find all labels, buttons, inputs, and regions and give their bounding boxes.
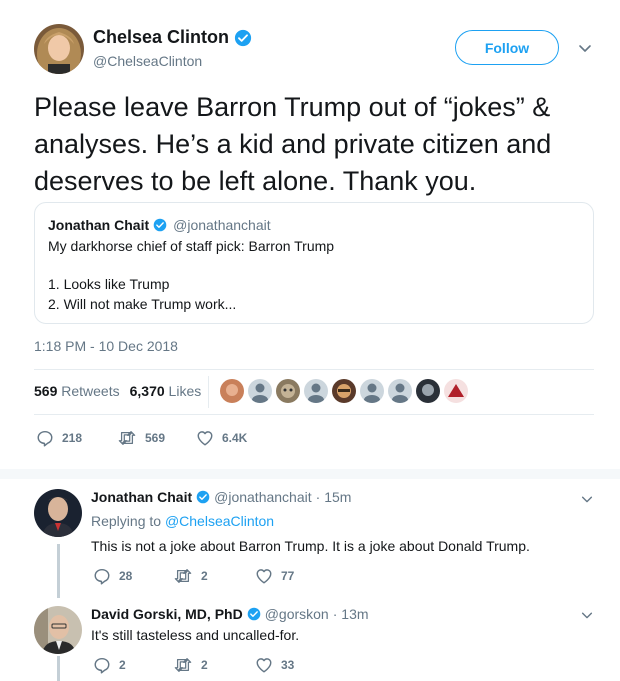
reply-count: 218	[62, 431, 83, 445]
reply-icon	[93, 656, 111, 674]
like-count: 77	[281, 569, 295, 583]
author-name[interactable]: Chelsea Clinton	[93, 27, 252, 48]
reply-icon	[93, 567, 111, 585]
author-avatar[interactable]	[34, 24, 84, 74]
tweet-timestamp[interactable]: 1:18 PM - 10 Dec 2018	[34, 338, 178, 354]
reply-author-name[interactable]: David Gorski, MD, PhD	[91, 606, 243, 622]
divider	[34, 414, 594, 415]
replying-prefix: Replying to	[91, 513, 162, 529]
liker-avatar[interactable]	[444, 379, 468, 403]
divider	[208, 376, 209, 408]
reply-icon	[36, 429, 54, 447]
retweets-stat[interactable]: 569 Retweets	[34, 383, 120, 399]
quoted-author-handle: @jonathanchait	[173, 217, 271, 233]
divider	[34, 369, 594, 370]
tweet-stats: 569 Retweets 6,370 Likes	[34, 383, 201, 399]
liker-avatar[interactable]	[416, 379, 440, 403]
chevron-down-icon[interactable]	[580, 608, 594, 622]
retweet-icon	[173, 567, 193, 585]
liker-avatar[interactable]	[220, 379, 244, 403]
retweet-count: 2	[201, 658, 208, 672]
chevron-down-icon[interactable]	[577, 40, 593, 56]
retweet-icon	[117, 429, 137, 447]
quoted-text-line: 2. Will not make Trump work...	[48, 296, 237, 312]
liker-avatar[interactable]	[332, 379, 356, 403]
reply-button[interactable]: 2	[93, 656, 126, 674]
liker-avatar[interactable]	[360, 379, 384, 403]
like-count: 33	[281, 658, 295, 672]
quoted-author-name: Jonathan Chait	[48, 217, 150, 233]
tweet-text: Please leave Barron Trump out of “jokes”…	[34, 92, 552, 196]
likes-count: 6,370	[129, 383, 165, 399]
like-button[interactable]: 77	[255, 567, 294, 585]
like-count: 6.4K	[222, 431, 248, 445]
likes-label: Likes	[168, 383, 202, 399]
author-handle[interactable]: @ChelseaClinton	[93, 53, 202, 69]
likes-stat[interactable]: 6,370 Likes	[130, 383, 202, 399]
retweet-icon	[173, 656, 193, 674]
verified-badge-icon	[196, 490, 210, 504]
verified-badge-icon	[247, 607, 261, 621]
replying-to: Replying to @ChelseaClinton	[91, 513, 274, 529]
reply-author[interactable]: David Gorski, MD, PhD @gorskon · 13m	[91, 606, 369, 622]
liker-avatar[interactable]	[276, 379, 300, 403]
reply-count: 28	[119, 569, 133, 583]
like-icon	[255, 656, 273, 674]
section-divider	[0, 469, 620, 479]
reply-author-handle[interactable]: @jonathanchait	[214, 489, 312, 505]
reply-time[interactable]: · 15m	[316, 489, 352, 505]
reply-author-name[interactable]: Jonathan Chait	[91, 489, 192, 505]
reply-author-handle[interactable]: @gorskon	[265, 606, 329, 622]
reply-button[interactable]: 28	[93, 567, 132, 585]
verified-badge-icon	[153, 218, 167, 232]
quoted-tweet-header: Jonathan Chait @jonathanchait	[48, 217, 271, 233]
chevron-down-icon[interactable]	[580, 492, 594, 506]
like-icon	[196, 429, 214, 447]
reply-count: 2	[119, 658, 126, 672]
retweets-count: 569	[34, 383, 58, 399]
author-name-text[interactable]: Chelsea Clinton	[93, 27, 229, 48]
thread-connector	[57, 544, 60, 598]
like-icon	[255, 567, 273, 585]
retweet-button[interactable]: 2	[173, 656, 208, 674]
thread-connector	[57, 656, 60, 681]
liker-avatar[interactable]	[248, 379, 272, 403]
reply-avatar[interactable]	[34, 489, 82, 537]
reply-button[interactable]: 218	[36, 429, 82, 447]
retweet-button[interactable]: 569	[117, 429, 165, 447]
retweet-button[interactable]: 2	[173, 567, 208, 585]
reply-avatar[interactable]	[34, 606, 82, 654]
reply-text: This is not a joke about Barron Trump. I…	[91, 538, 530, 554]
quoted-text-line: My darkhorse chief of staff pick: Barron…	[48, 238, 335, 254]
retweet-count: 569	[145, 431, 166, 445]
retweet-count: 2	[201, 569, 208, 583]
quoted-text-line: 1. Looks like Trump	[48, 276, 170, 292]
quoted-tweet[interactable]: Jonathan Chait @jonathanchait My darkhor…	[34, 202, 594, 324]
like-button[interactable]: 33	[255, 656, 294, 674]
reply-text: It's still tasteless and uncalled-for.	[91, 627, 300, 643]
replying-to-link[interactable]: @ChelseaClinton	[165, 513, 274, 529]
verified-badge-icon	[234, 29, 252, 47]
reply-author[interactable]: Jonathan Chait @jonathanchait · 15m	[91, 489, 351, 505]
liker-avatar[interactable]	[304, 379, 328, 403]
reply-time[interactable]: · 13m	[333, 606, 369, 622]
liker-avatars	[220, 379, 468, 403]
retweets-label: Retweets	[61, 383, 120, 399]
liker-avatar[interactable]	[388, 379, 412, 403]
follow-button[interactable]: Follow	[455, 30, 559, 65]
like-button[interactable]: 6.4K	[196, 429, 247, 447]
